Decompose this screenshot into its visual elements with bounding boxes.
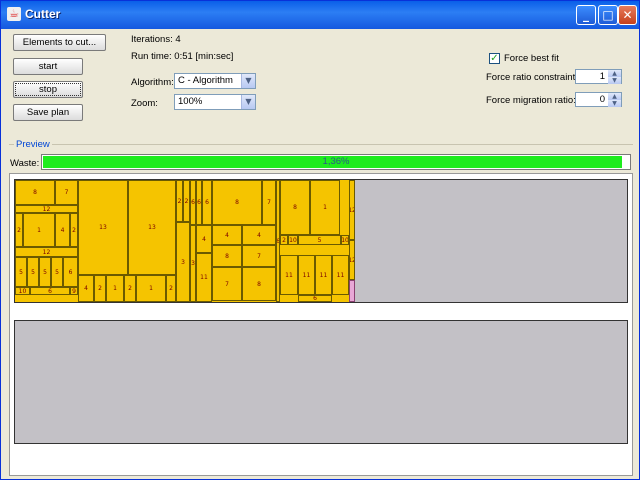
cut-piece[interactable]: 8 xyxy=(212,180,262,225)
ratio-constraint-spinner[interactable]: 1 ▲ ▼ xyxy=(575,69,622,84)
cut-piece[interactable]: 1 xyxy=(136,275,166,302)
cut-piece[interactable]: 7 xyxy=(262,180,276,225)
spinner-down-icon[interactable]: ▼ xyxy=(608,77,621,84)
cut-piece[interactable]: 10 xyxy=(15,287,30,295)
cut-piece[interactable]: 5 xyxy=(298,235,341,245)
spinner-up-icon[interactable]: ▲ xyxy=(608,93,621,100)
ratio-constraint-label: Force ratio constraint: xyxy=(486,72,578,83)
start-button[interactable]: start xyxy=(13,58,83,75)
close-button[interactable]: ✕ xyxy=(618,5,637,25)
cut-piece[interactable]: 8 xyxy=(212,245,242,267)
cut-piece[interactable]: 1 xyxy=(106,275,124,302)
migration-ratio-spinner[interactable]: 0 ▲ ▼ xyxy=(575,92,622,107)
cut-piece[interactable]: 2 xyxy=(70,213,78,247)
chevron-down-icon[interactable]: ▼ xyxy=(241,74,255,88)
migration-ratio-value: 0 xyxy=(599,94,605,105)
cut-piece[interactable]: 10 xyxy=(288,235,298,245)
cut-piece[interactable]: 5 xyxy=(51,257,63,287)
cut-piece[interactable]: 11 xyxy=(315,255,332,295)
cut-piece[interactable]: 7 xyxy=(242,245,276,267)
zoom-label: Zoom: xyxy=(131,98,158,109)
cut-piece[interactable]: 2 xyxy=(280,235,288,245)
cut-piece[interactable]: 4 xyxy=(78,275,94,302)
title-bar[interactable]: ☕ Cutter _ □ ✕ xyxy=(1,1,639,29)
force-best-fit-checkbox[interactable]: ✓ xyxy=(489,53,500,64)
cut-piece[interactable]: 11 xyxy=(280,255,298,295)
spinner-down-icon[interactable]: ▼ xyxy=(608,100,621,107)
algorithm-label: Algorithm: xyxy=(131,77,174,88)
cut-piece[interactable]: 4 xyxy=(196,225,212,253)
cut-piece[interactable]: 8 xyxy=(280,180,310,235)
cut-piece[interactable]: 2 xyxy=(176,180,183,222)
cut-piece[interactable]: 6 xyxy=(63,257,78,287)
cut-piece[interactable]: 2 xyxy=(94,275,106,302)
cut-piece[interactable]: 12 xyxy=(15,247,78,257)
cut-piece[interactable]: 13 xyxy=(78,180,128,275)
cut-piece[interactable]: 4 xyxy=(242,225,276,245)
waste-label: Waste: xyxy=(10,158,40,169)
algorithm-value: C - Algorithm xyxy=(178,75,233,86)
force-best-fit-label: Force best fit xyxy=(504,53,559,64)
java-coffee-icon: ☕ xyxy=(7,7,21,21)
window-title: Cutter xyxy=(25,7,61,21)
cut-piece[interactable]: 1 xyxy=(310,180,340,235)
cut-piece[interactable]: 2 xyxy=(124,275,136,302)
cut-piece[interactable]: 6 xyxy=(30,287,70,295)
cut-piece[interactable]: 12 xyxy=(15,205,78,213)
cut-piece[interactable]: 5 xyxy=(39,257,51,287)
cut-piece[interactable]: 5 xyxy=(27,257,39,287)
zoom-value: 100% xyxy=(178,96,203,107)
cut-piece[interactable] xyxy=(349,280,355,302)
cut-piece[interactable]: 3 xyxy=(176,222,190,302)
cut-piece[interactable]: 7 xyxy=(55,180,78,205)
cut-piece[interactable]: 4 xyxy=(55,213,70,247)
cut-piece[interactable]: 11 xyxy=(196,253,212,302)
stop-button[interactable]: stop xyxy=(13,81,83,98)
cut-piece[interactable]: 12 xyxy=(349,180,355,240)
cut-piece[interactable]: 12 xyxy=(349,240,355,280)
maximize-button[interactable]: □ xyxy=(598,5,618,25)
cut-piece[interactable]: 5 xyxy=(15,257,27,287)
runtime-label: Run time: 0:51 [min:sec] xyxy=(131,51,234,62)
algorithm-select[interactable]: C - Algorithm ▼ xyxy=(174,73,256,89)
waste-percent: 1,36% xyxy=(322,156,350,167)
elements-to-cut-button[interactable]: Elements to cut... xyxy=(13,34,106,51)
waste-progress-bar: 1,36% xyxy=(41,154,631,170)
cut-piece[interactable]: 9 xyxy=(70,287,78,295)
cut-piece[interactable]: 2 xyxy=(15,213,23,247)
ratio-constraint-value: 1 xyxy=(599,71,605,82)
main-window: ☕ Cutter _ □ ✕ Elements to cut... start … xyxy=(0,0,640,480)
cut-piece[interactable]: 1 xyxy=(23,213,55,247)
cut-piece[interactable]: 8 xyxy=(242,267,276,301)
cut-piece[interactable]: 11 xyxy=(332,255,349,295)
cut-piece[interactable]: 8 xyxy=(15,180,55,205)
chevron-down-icon[interactable]: ▼ xyxy=(241,95,255,109)
preview-canvas[interactable]: 8 7 12 2 1 4 2 12 5 5 5 5 6 10 6 9 13 13 4 2 1 2 1 2 2 2 3 6 6 6 4 3 11 8… xyxy=(9,173,633,476)
cut-piece[interactable]: 13 xyxy=(128,180,176,275)
spinner-up-icon[interactable]: ▲ xyxy=(608,70,621,77)
cut-layout: 8 7 12 2 1 4 2 12 5 5 5 5 6 10 6 9 13 13 4 2 1 2 1 2 2 2 3 6 6 6 4 3 11 8… xyxy=(15,180,355,302)
minimize-button[interactable]: _ xyxy=(576,5,596,25)
cut-piece[interactable]: 10 xyxy=(341,235,349,245)
cut-piece[interactable]: 2 xyxy=(166,275,176,302)
cut-piece[interactable]: 4 xyxy=(212,225,242,245)
cut-piece[interactable]: 6 xyxy=(276,180,280,302)
iterations-label: Iterations: 4 xyxy=(131,34,181,45)
stock-plate-2[interactable] xyxy=(14,320,628,444)
cut-piece[interactable]: 6 xyxy=(298,295,332,302)
stock-plate-1[interactable]: 8 7 12 2 1 4 2 12 5 5 5 5 6 10 6 9 13 13 4 2 1 2 1 2 2 2 3 6 6 6 4 3 11 8… xyxy=(14,179,628,303)
cut-piece[interactable]: 7 xyxy=(212,267,242,301)
migration-ratio-label: Force migration ratio: xyxy=(486,95,576,106)
zoom-select[interactable]: 100% ▼ xyxy=(174,94,256,110)
cut-piece[interactable]: 11 xyxy=(298,255,315,295)
cut-piece[interactable]: 6 xyxy=(202,180,212,225)
save-plan-button[interactable]: Save plan xyxy=(13,104,83,121)
cut-piece[interactable]: 2 xyxy=(183,180,190,222)
preview-legend: Preview xyxy=(14,139,52,150)
